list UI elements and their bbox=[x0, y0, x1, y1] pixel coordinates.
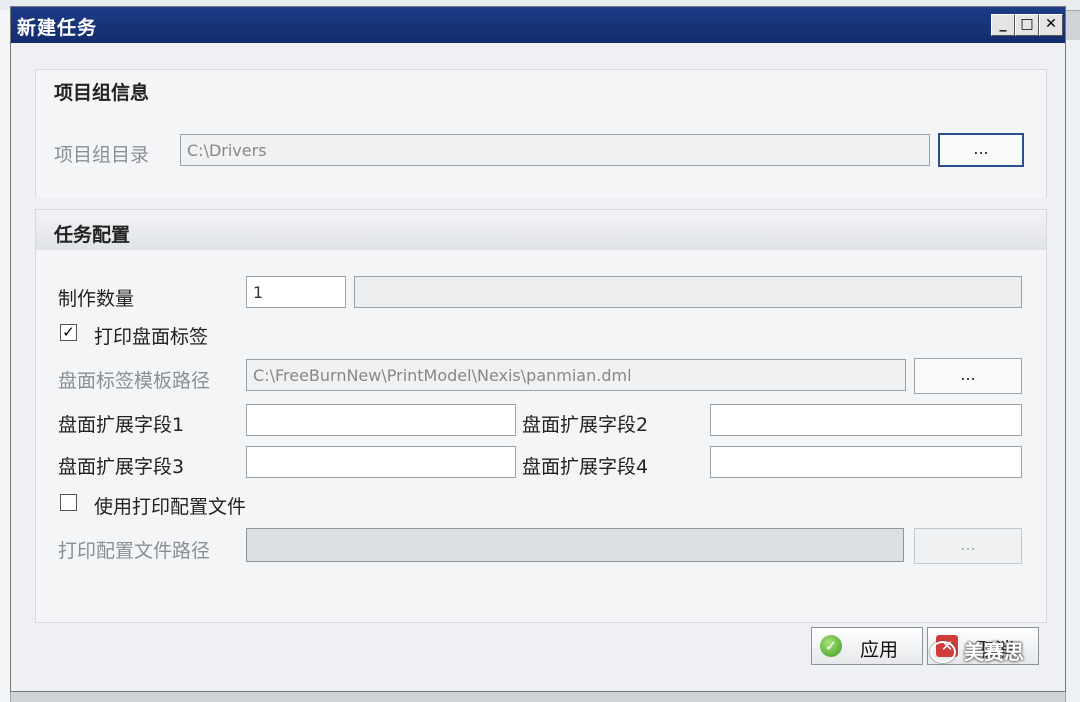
watermark-text: 美赛思 bbox=[964, 640, 1024, 664]
ext-field-1-label: 盘面扩展字段1 bbox=[58, 414, 185, 436]
apply-button-label: 应用 bbox=[860, 639, 899, 661]
check-circle-icon: ✓ bbox=[820, 635, 842, 657]
template-path-field[interactable]: C:\FreeBurnNew\PrintModel\Nexis\panmian.… bbox=[246, 359, 906, 391]
print-label-checkbox-label[interactable]: 打印盘面标签 bbox=[94, 322, 208, 349]
ext-field-2-label: 盘面扩展字段2 bbox=[522, 414, 649, 436]
project-group-section: 项目组信息 项目组目录 C:\Drivers ... bbox=[35, 69, 1047, 198]
ext-field-3-input[interactable] bbox=[246, 446, 516, 478]
print-config-path-label: 打印配置文件路径 bbox=[58, 540, 211, 562]
use-print-config-checkbox[interactable] bbox=[60, 494, 77, 511]
project-dir-field[interactable]: C:\Drivers bbox=[180, 134, 930, 166]
new-task-dialog: 新建任务 _ □ ✕ 项目组信息 项目组目录 C:\Drivers ... 任务… bbox=[10, 6, 1066, 692]
close-button[interactable]: ✕ bbox=[1039, 14, 1063, 36]
task-config-section: 任务配置 制作数量 1 ✓ 打印盘面标签 盘面标签模板路径 C:\FreeBur… bbox=[35, 209, 1047, 623]
print-config-path-field[interactable] bbox=[246, 528, 904, 562]
task-config-body: 制作数量 1 ✓ 打印盘面标签 盘面标签模板路径 C:\FreeBurnNew\… bbox=[36, 250, 1046, 622]
print-label-checkbox[interactable]: ✓ bbox=[60, 324, 77, 341]
print-config-browse-button[interactable]: ... bbox=[914, 528, 1022, 564]
dialog-titlebar: 新建任务 _ □ ✕ bbox=[11, 7, 1065, 43]
quantity-input[interactable]: 1 bbox=[246, 276, 346, 308]
dialog-title: 新建任务 bbox=[17, 17, 98, 39]
template-path-label: 盘面标签模板路径 bbox=[58, 370, 211, 392]
use-print-config-label[interactable]: 使用打印配置文件 bbox=[94, 492, 246, 519]
background-app-right-edge bbox=[1065, 40, 1080, 702]
ext-field-1-input[interactable] bbox=[246, 404, 516, 436]
template-browse-button[interactable]: ... bbox=[914, 358, 1022, 394]
project-group-body: 项目组目录 C:\Drivers ... bbox=[36, 106, 1046, 198]
ext-field-2-input[interactable] bbox=[710, 404, 1022, 436]
wechat-watermark-icon bbox=[930, 641, 956, 663]
apply-button[interactable]: ✓ 应用 bbox=[811, 627, 923, 665]
project-dir-label: 项目组目录 bbox=[54, 144, 150, 166]
quantity-label: 制作数量 bbox=[58, 288, 135, 310]
project-group-heading: 项目组信息 bbox=[54, 82, 150, 104]
ext-field-4-label: 盘面扩展字段4 bbox=[522, 456, 649, 478]
ext-field-4-input[interactable] bbox=[710, 446, 1022, 478]
quantity-progress-bar bbox=[354, 276, 1022, 308]
maximize-button[interactable]: □ bbox=[1015, 14, 1039, 36]
project-dir-browse-button[interactable]: ... bbox=[938, 133, 1024, 167]
minimize-button[interactable]: _ bbox=[991, 14, 1015, 36]
task-config-heading: 任务配置 bbox=[36, 210, 1046, 250]
ext-field-3-label: 盘面扩展字段3 bbox=[58, 456, 185, 478]
